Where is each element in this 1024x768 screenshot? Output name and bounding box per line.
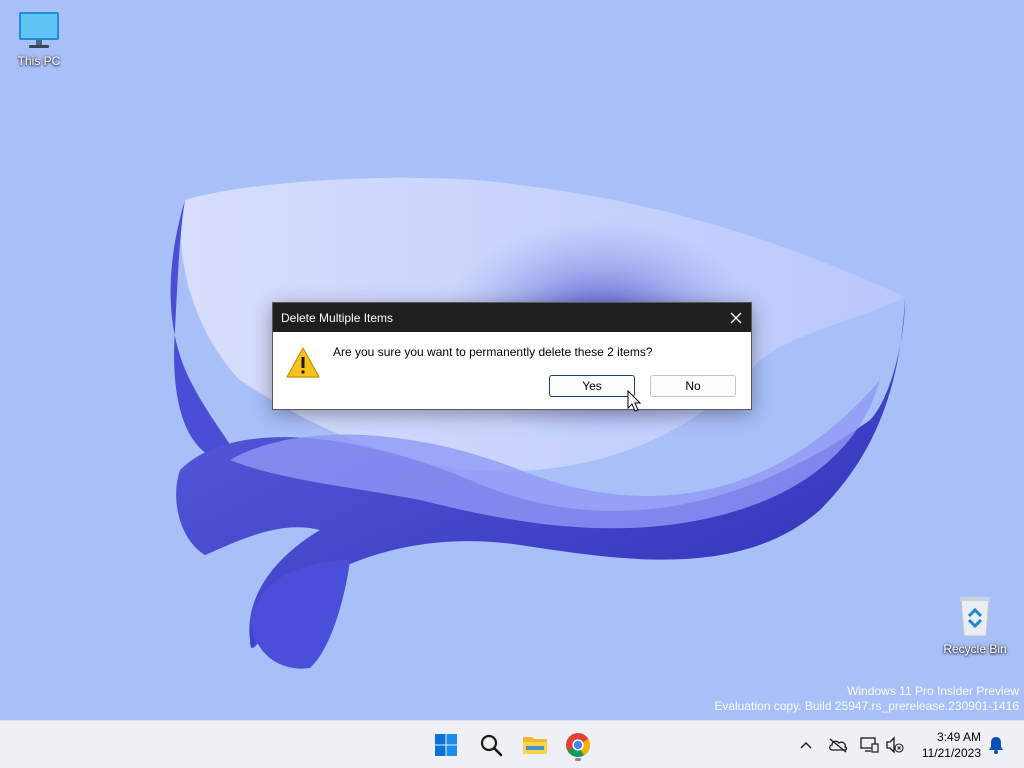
desktop-icon-label: Recycle Bin xyxy=(943,642,1007,656)
chrome-icon xyxy=(566,733,591,758)
taskbar-clock[interactable]: 3:49 AM 11/21/2023 xyxy=(922,729,981,761)
dialog-title: Delete Multiple Items xyxy=(281,310,394,325)
network-icon xyxy=(860,737,879,753)
warning-icon xyxy=(286,347,320,378)
watermark-line-2: Evaluation copy. Build 25947.rs_prerelea… xyxy=(714,699,1019,713)
mouse-pointer-icon xyxy=(627,390,642,412)
folder-icon xyxy=(523,737,547,754)
desktop-icon-recycle-bin[interactable]: Recycle Bin xyxy=(937,594,1013,656)
recycle-bin-icon xyxy=(960,597,990,637)
desktop-icon-this-pc[interactable]: This PC xyxy=(1,10,77,68)
bell-icon xyxy=(989,737,1003,754)
network-tray-button[interactable] xyxy=(859,735,879,755)
volume-tray-button[interactable] xyxy=(885,735,905,755)
no-button[interactable]: No xyxy=(650,375,736,397)
watermark-line-1: Windows 11 Pro Insider Preview xyxy=(847,684,1019,698)
monitor-icon xyxy=(19,12,59,48)
clock-date: 11/21/2023 xyxy=(921,746,981,760)
close-icon xyxy=(730,312,742,323)
onedrive-tray-button[interactable] xyxy=(828,735,848,755)
dialog-titlebar[interactable]: Delete Multiple Items xyxy=(273,303,751,332)
yes-button[interactable]: Yes xyxy=(549,375,635,397)
chrome-active-indicator xyxy=(575,758,581,761)
file-explorer-button[interactable] xyxy=(517,727,553,763)
start-button[interactable] xyxy=(428,727,464,763)
windows-start-icon xyxy=(435,734,457,756)
dialog-message: Are you sure you want to permanently del… xyxy=(333,345,653,359)
clock-time: 3:49 AM xyxy=(936,730,981,744)
onedrive-icon xyxy=(829,738,848,753)
delete-confirmation-dialog: Delete Multiple Items Are you sure you w… xyxy=(272,302,752,410)
desktop-icon-label: This PC xyxy=(17,54,61,68)
close-button[interactable] xyxy=(721,303,751,332)
show-hidden-icons-button[interactable] xyxy=(796,735,816,755)
windows-watermark: Windows 11 Pro Insider Preview Evaluatio… xyxy=(714,684,1019,714)
search-button[interactable] xyxy=(473,727,509,763)
chevron-up-icon xyxy=(800,742,812,749)
search-icon xyxy=(480,734,503,757)
volume-icon xyxy=(886,736,904,754)
notifications-button[interactable] xyxy=(986,735,1006,755)
dialog-body: Are you sure you want to permanently del… xyxy=(273,332,751,410)
taskbar: 3:49 AM 11/21/2023 xyxy=(0,720,1024,768)
